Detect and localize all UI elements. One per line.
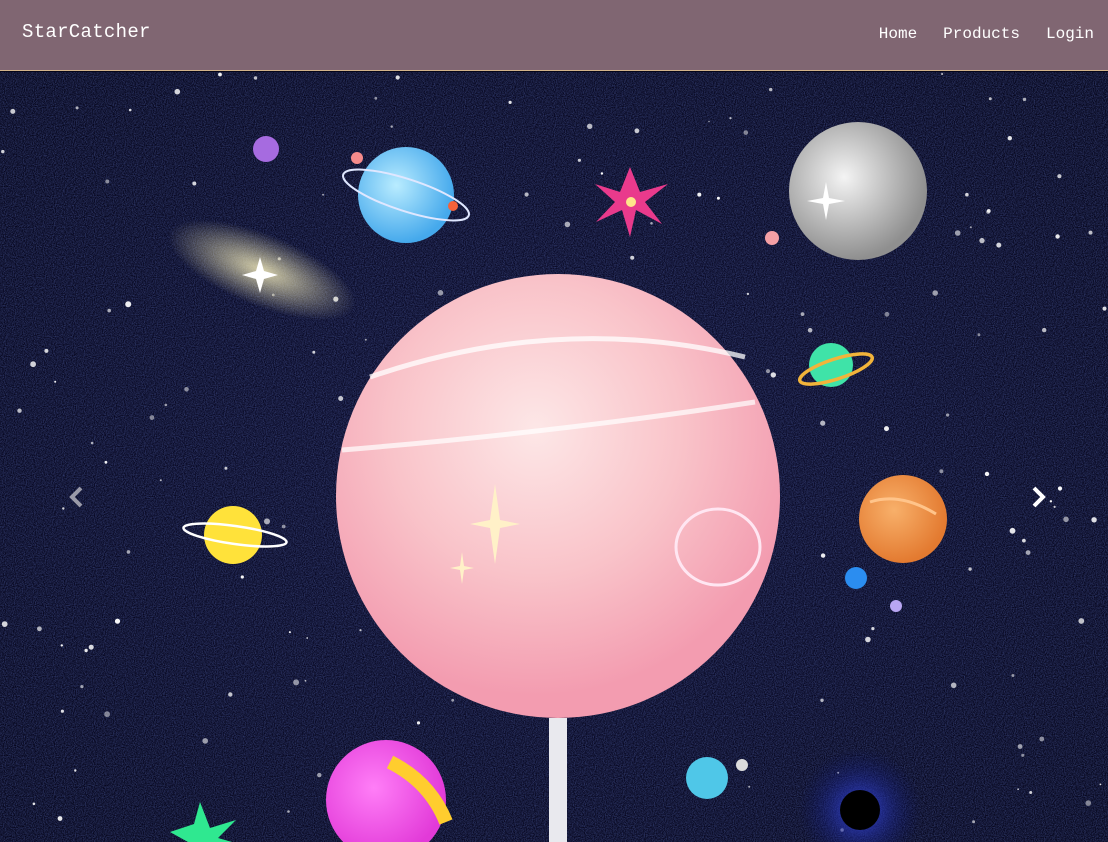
navbar: StarCatcher Home Products Login [0,0,1108,71]
nav-products-link[interactable]: Products [943,25,1020,43]
space-lollipop-image [0,72,1108,842]
nav-login-link[interactable]: Login [1046,25,1094,43]
carousel-next-button[interactable] [1018,477,1058,517]
carousel-prev-button[interactable] [57,477,97,517]
chevron-left-icon [69,486,83,508]
nav-links: Home Products Login [879,25,1094,43]
nav-home-link[interactable]: Home [879,25,917,43]
hero-carousel [0,72,1108,842]
chevron-right-icon [1032,486,1046,508]
brand-logo[interactable]: StarCatcher [22,21,151,43]
